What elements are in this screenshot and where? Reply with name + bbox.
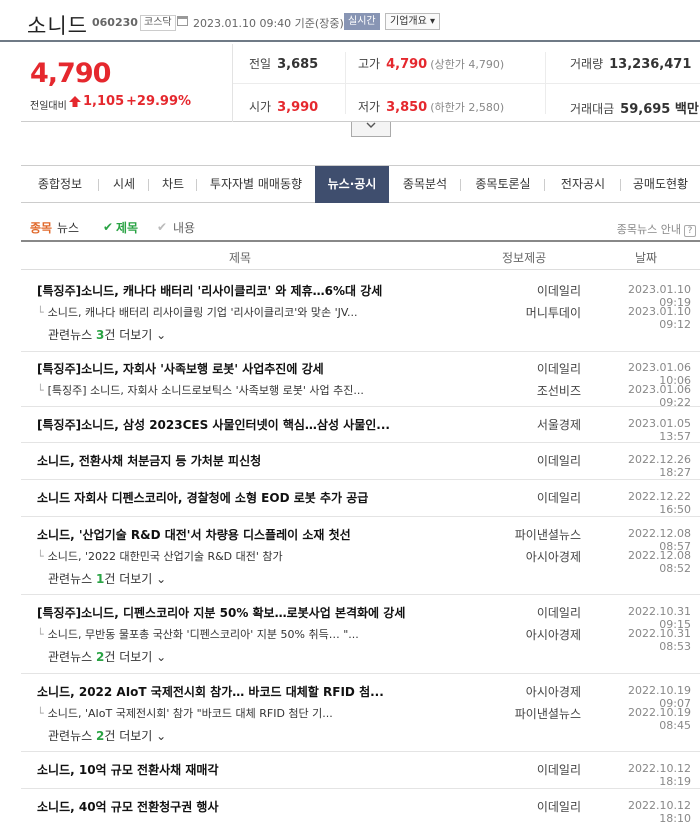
chevron-down-icon [366, 122, 376, 128]
tab-discussion[interactable]: 종목토론실 [461, 166, 545, 203]
table-row: 소니드 자회사 디펜스코리아, 경찰청에 소형 EOD 로봇 추가 공급 이데일리… [21, 480, 700, 517]
check-icon[interactable]: ✔ [103, 220, 113, 234]
more-related-button[interactable]: 관련뉴스 1건 더보기 ⌄ [48, 570, 166, 587]
more-related-button[interactable]: 관련뉴스 2건 더보기 ⌄ [48, 727, 166, 744]
change-rate: +29.99% [126, 94, 192, 109]
table-row: [특징주]소니드, 캐나다 배터리 '리사이클리코' 와 제휴…6%대 강세 이데… [21, 270, 700, 352]
news-source: 이데일리 [536, 284, 581, 298]
calendar-icon [177, 16, 188, 26]
up-arrow-icon [69, 96, 81, 107]
tab-news[interactable]: 뉴스·공시 [315, 166, 389, 203]
table-row: [특징주]소니드, 자회사 '사족보행 로봇' 사업추진에 강세 이데일리 2023… [21, 352, 700, 409]
related-news-link[interactable]: └ 소니드, 'AIoT 국제전시회' 참가 "바코드 대체 RFID 첨단 기.… [37, 705, 333, 721]
tab-price[interactable]: 시세 [99, 166, 149, 203]
col-source: 정보제공 [502, 251, 547, 265]
filter-content-option[interactable]: 내용 [173, 219, 195, 236]
tab-summary[interactable]: 종합정보 [21, 166, 99, 203]
current-price: 4,790 [30, 58, 111, 89]
change-label: 전일대비 [30, 101, 67, 112]
main-tabs: 종합정보 시세 차트 투자자별 매매동향 뉴스·공시 종목분석 종목토론실 전자… [21, 165, 700, 203]
table-row: 소니드, 전환사채 처분금지 등 가처분 피신청 이데일리 2022.12.26 1… [21, 443, 700, 480]
news-table-header: 제목 정보제공 날짜 [21, 240, 700, 270]
related-news-link[interactable]: └ 소니드, 캐나다 배터리 리사이클링 기업 '리사이클리코'와 맞손 'JV.… [37, 304, 358, 320]
low-price: 저가 3,850 (하한가 2,580) [358, 100, 505, 115]
more-related-button[interactable]: 관련뉴스 3건 더보기 ⌄ [48, 326, 166, 343]
related-news-link[interactable]: └ [특징주] 소니드, 자회사 소니드로보틱스 '사족보행 로봇' 사업 추진.… [37, 382, 364, 398]
market-badge: 코스닥 [140, 15, 176, 31]
trade-amount: 거래대금 59,695 백만 [570, 102, 699, 117]
news-subheader: 종목 뉴스 ✔ 제목 ✔ 내용 종목뉴스 안내? [21, 218, 700, 240]
price-change: 1,105 [83, 94, 125, 109]
more-related-button[interactable]: 관련뉴스 2건 더보기 ⌄ [48, 648, 166, 665]
table-row: [특징주]소니드, 삼성 2023CES 사물인터넷이 핵심…삼성 사물인...… [21, 407, 700, 443]
table-row: [특징주]소니드, 디펜스코리아 지분 50% 확보…로봇사업 본격화에 강세 이… [21, 595, 700, 674]
realtime-button[interactable]: 실시간 [344, 13, 380, 30]
tab-disclosure[interactable]: 전자공시 [545, 166, 621, 203]
quote-time: 2023.01.10 09:40 기준(장중) [193, 17, 344, 30]
stock-code: 060230 [92, 16, 138, 29]
tab-investor-trend[interactable]: 투자자별 매매동향 [197, 166, 315, 203]
table-row: 소니드, 10억 규모 전환사채 재매각 이데일리 2022.10.12 18:19 [21, 752, 700, 789]
filter-title-option[interactable]: 제목 [116, 219, 138, 236]
news-title-link[interactable]: 소니드, 40억 규모 전환청구권 행사 [37, 798, 219, 815]
tab-chart[interactable]: 차트 [149, 166, 197, 203]
high-price: 고가 4,790 (상한가 4,790) [358, 57, 505, 72]
news-title-link[interactable]: [특징주]소니드, 자회사 '사족보행 로봇' 사업추진에 강세 [37, 360, 324, 377]
prev-close: 전일 3,685 [249, 57, 319, 72]
news-title-link[interactable]: 소니드, 10억 규모 전환사채 재매각 [37, 761, 219, 778]
news-title-link[interactable]: 소니드, '산업기술 R&D 대전'서 차량용 디스플레이 소재 첫선 [37, 526, 351, 543]
stock-name: 소니드 [27, 14, 88, 38]
quote-grid: 전일 3,685 고가 4,790 (상한가 4,790) 거래량 13,236,471… [232, 44, 700, 122]
check-icon[interactable]: ✔ [157, 220, 167, 234]
news-title-link[interactable]: [특징주]소니드, 삼성 2023CES 사물인터넷이 핵심…삼성 사물인... [37, 416, 390, 433]
quote-summary: 4,790 전일대비 1,105 +29.99% 전일 3,685 고가 4,790… [21, 44, 700, 122]
news-title-link[interactable]: [특징주]소니드, 디펜스코리아 지분 50% 확보…로봇사업 본격화에 강세 [37, 604, 405, 621]
col-date: 날짜 [635, 251, 658, 265]
company-overview-dropdown[interactable]: 기업개요 ▾ [385, 13, 440, 30]
table-row: 소니드, '산업기술 R&D 대전'서 차량용 디스플레이 소재 첫선 파이낸셜뉴… [21, 517, 700, 595]
news-title-link[interactable]: 소니드, 전환사채 처분금지 등 가처분 피신청 [37, 452, 261, 469]
expand-toggle-button[interactable] [351, 122, 391, 137]
open-price: 시가 3,990 [249, 100, 319, 115]
tab-analysis[interactable]: 종목분석 [389, 166, 461, 203]
volume: 거래량 13,236,471 [570, 57, 692, 72]
related-news-link[interactable]: └ 소니드, '2022 대한민국 산업기술 R&D 대전' 참가 [37, 548, 283, 564]
news-title-link[interactable]: 소니드 자회사 디펜스코리아, 경찰청에 소형 EOD 로봇 추가 공급 [37, 489, 368, 506]
table-row: 소니드, 40억 규모 전환청구권 행사 이데일리 2022.10.12 18:10 [37, 798, 691, 825]
news-title-link[interactable]: 소니드, 2022 AIoT 국제전시회 참가… 바코드 대체할 RFID 첨.… [37, 683, 384, 700]
stock-header: 소니드 060230 코스닥 2023.01.10 09:40 기준(장중) 실… [0, 0, 700, 42]
news-title: 뉴스 [57, 221, 80, 235]
news-guide-link[interactable]: 종목뉴스 안내? [617, 221, 696, 237]
col-title: 제목 [229, 251, 252, 265]
table-row: 소니드, 2022 AIoT 국제전시회 참가… 바코드 대체할 RFID 첨.… [21, 674, 700, 752]
news-title-link[interactable]: [특징주]소니드, 캐나다 배터리 '리사이클리코' 와 제휴…6%대 강세 [37, 282, 382, 299]
tab-short-selling[interactable]: 공매도현황 [621, 166, 700, 203]
news-title-accent: 종목 [30, 221, 53, 235]
help-icon[interactable]: ? [684, 225, 696, 237]
related-news-link[interactable]: └ 소니드, 무반동 물포총 국산화 '디펜스코리아' 지분 50% 취득… ".… [37, 626, 359, 642]
